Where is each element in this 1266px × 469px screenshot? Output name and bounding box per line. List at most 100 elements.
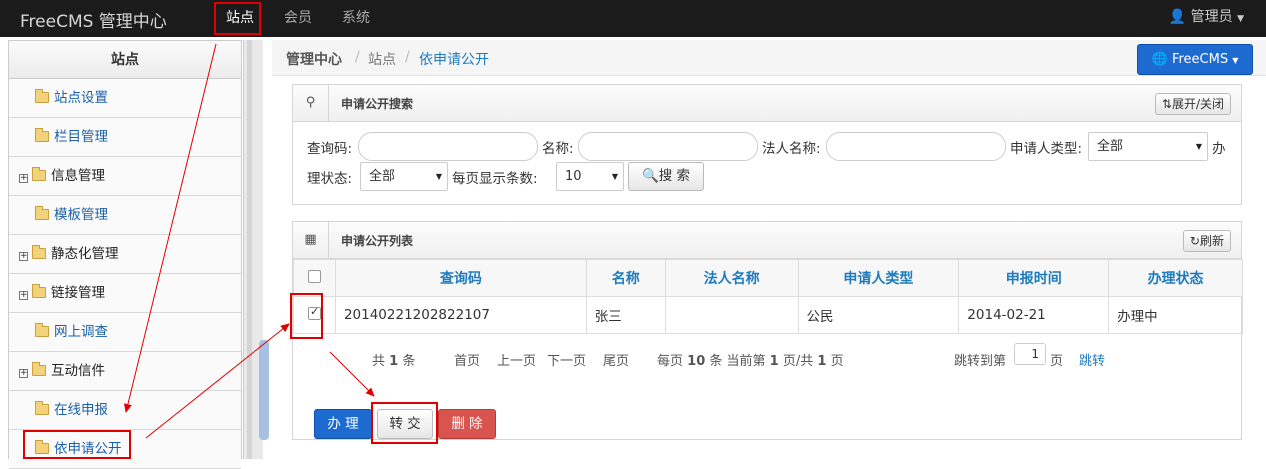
folder-icon — [32, 284, 46, 298]
nav-system[interactable]: 系统 — [342, 0, 370, 37]
sidebar-item-survey[interactable]: 网上调查 — [9, 313, 241, 352]
sidebar-item-label: 信息管理 — [51, 168, 105, 184]
list-panel-title: 申请公开列表 — [341, 234, 414, 248]
pager-total-count: 1 — [389, 354, 399, 369]
folder-icon — [35, 401, 49, 415]
caret-down-icon: ▼ — [1232, 56, 1239, 65]
refresh-button[interactable]: ↻刷新 — [1182, 230, 1231, 252]
search-panel-header: ⚲ 申请公开搜索 ⇅展开/关闭 — [293, 85, 1241, 122]
column-header[interactable]: 名称 — [585, 259, 666, 297]
folder-icon — [35, 206, 49, 220]
brand-title: FreeCMS 管理中心 — [20, 12, 167, 32]
pager-text: 条 当前第 — [709, 354, 766, 369]
search-icon: ⚲ — [293, 85, 329, 121]
cell-legal — [664, 296, 799, 334]
highlight-sidebar-disclosure — [23, 430, 131, 459]
status-label-part1: 办 — [1212, 141, 1226, 157]
admin-menu[interactable]: 👤 管理员 ▼ — [1169, 0, 1244, 37]
search-panel-title: 申请公开搜索 — [341, 97, 414, 111]
pager-info: 每页 10 条 当前第 1 页/共 1 页 — [657, 350, 844, 369]
page-size-label: 每页显示条数: — [452, 171, 538, 187]
sidebar-item-label: 网上调查 — [54, 324, 108, 340]
freecms-label: FreeCMS — [1171, 52, 1229, 67]
sidebar-splitter[interactable] — [243, 40, 269, 459]
breadcrumb-site[interactable]: 站点 — [368, 49, 396, 69]
splitter-bar[interactable] — [247, 40, 252, 459]
pager-jump-suffix: 页 — [1050, 354, 1064, 369]
nav-member[interactable]: 会员 — [284, 0, 312, 37]
data-table: 查询码 名称 法人名称 申请人类型 申报时间 办理状态 201402212028… — [293, 259, 1243, 334]
pager-jump-link[interactable]: 跳转 — [1079, 350, 1105, 369]
applicant-type-label: 申请人类型: — [1010, 141, 1083, 157]
globe-icon: 🌐 — [1151, 52, 1168, 67]
expand-icon[interactable]: + — [19, 291, 28, 300]
expand-icon[interactable]: + — [19, 252, 28, 261]
pager-prev[interactable]: 上一页 — [497, 350, 536, 369]
handle-button[interactable]: 办 理 — [314, 409, 372, 439]
pager-next[interactable]: 下一页 — [547, 350, 586, 369]
sidebar-item-template[interactable]: 模板管理 — [9, 196, 241, 235]
pager-text: 页 — [830, 354, 844, 369]
toggle-label: 展开/关闭 — [1171, 97, 1224, 111]
expand-icon[interactable]: + — [19, 174, 28, 183]
caret-down-icon: ▼ — [1237, 14, 1244, 24]
page-size-select[interactable]: 10 — [556, 162, 624, 191]
refresh-icon: ↻ — [1189, 234, 1200, 248]
highlight-nav-site — [214, 2, 261, 35]
search-button[interactable]: 🔍搜 索 — [628, 162, 704, 191]
sidebar-item-channel[interactable]: 栏目管理 — [9, 118, 241, 157]
legal-name-label: 法人名称: — [762, 141, 821, 157]
sidebar-item-online-apply[interactable]: 在线申报 — [9, 391, 241, 430]
pager-pages: 1 — [817, 354, 827, 369]
status-select[interactable]: 全部 — [360, 162, 448, 191]
name-label: 名称: — [542, 141, 574, 157]
query-code-input[interactable] — [358, 132, 538, 161]
toggle-button[interactable]: ⇅展开/关闭 — [1154, 93, 1231, 115]
column-header[interactable]: 申请人类型 — [797, 259, 960, 297]
cell-code: 20140221202822107 — [334, 296, 587, 334]
column-header[interactable]: 法人名称 — [664, 259, 799, 297]
freecms-dropdown-button[interactable]: 🌐 FreeCMS ▼ — [1137, 44, 1253, 75]
breadcrumb-current: 依申请公开 — [419, 52, 489, 68]
sidebar: 站点 站点设置 栏目管理 + 信息管理 模板管理 + 静态化管理 + 链接管理 网上调… — [8, 40, 242, 469]
sidebar-item-info[interactable]: + 信息管理 — [9, 157, 241, 196]
select-all-checkbox[interactable] — [307, 269, 321, 283]
sidebar-item-static[interactable]: + 静态化管理 — [9, 235, 241, 274]
sidebar-item-site-settings[interactable]: 站点设置 — [9, 79, 241, 118]
pager-current: 1 — [769, 354, 779, 369]
name-input[interactable] — [578, 132, 758, 161]
column-header[interactable]: 申报时间 — [958, 259, 1110, 297]
admin-label: 管理员 — [1190, 9, 1233, 25]
pager-text: 页/共 — [782, 354, 814, 369]
legal-name-input[interactable] — [826, 132, 1006, 161]
breadcrumb-home[interactable]: 管理中心 — [286, 49, 342, 69]
folder-icon — [32, 362, 46, 376]
highlight-row-checkbox — [290, 293, 323, 339]
list-panel-header: ▦ 申请公开列表 ↻刷新 — [293, 222, 1241, 259]
column-header[interactable]: 查询码 — [334, 259, 587, 297]
cell-status: 办理中 — [1108, 296, 1243, 334]
toggle-icon: ⇅ — [1161, 97, 1172, 111]
pager-jump-input[interactable]: 1 — [1014, 343, 1046, 365]
splitter-handle[interactable] — [259, 340, 269, 440]
sidebar-item-label: 在线申报 — [54, 402, 108, 418]
delete-button[interactable]: 删 除 — [438, 409, 496, 439]
column-header[interactable]: 办理状态 — [1108, 259, 1243, 297]
sidebar-item-label: 模板管理 — [54, 207, 108, 223]
folder-icon — [32, 245, 46, 259]
sidebar-item-mail[interactable]: + 互动信件 — [9, 352, 241, 391]
sidebar-item-label: 静态化管理 — [51, 246, 119, 262]
sidebar-item-label: 栏目管理 — [54, 129, 108, 145]
breadcrumb-separator: / — [405, 49, 410, 65]
pager-per-page: 10 — [687, 354, 706, 369]
pager-first[interactable]: 首页 — [454, 350, 480, 369]
folder-icon — [35, 89, 49, 103]
table-row[interactable]: 20140221202822107 张三 公民 2014-02-21 办理中 — [293, 296, 1243, 334]
sidebar-item-label: 链接管理 — [51, 285, 105, 301]
applicant-type-select[interactable]: 全部 — [1088, 132, 1208, 161]
expand-icon[interactable]: + — [19, 369, 28, 378]
sidebar-item-links[interactable]: + 链接管理 — [9, 274, 241, 313]
user-icon: 👤 — [1168, 9, 1187, 25]
pager-last[interactable]: 尾页 — [603, 350, 629, 369]
grid-icon: ▦ — [293, 222, 329, 258]
